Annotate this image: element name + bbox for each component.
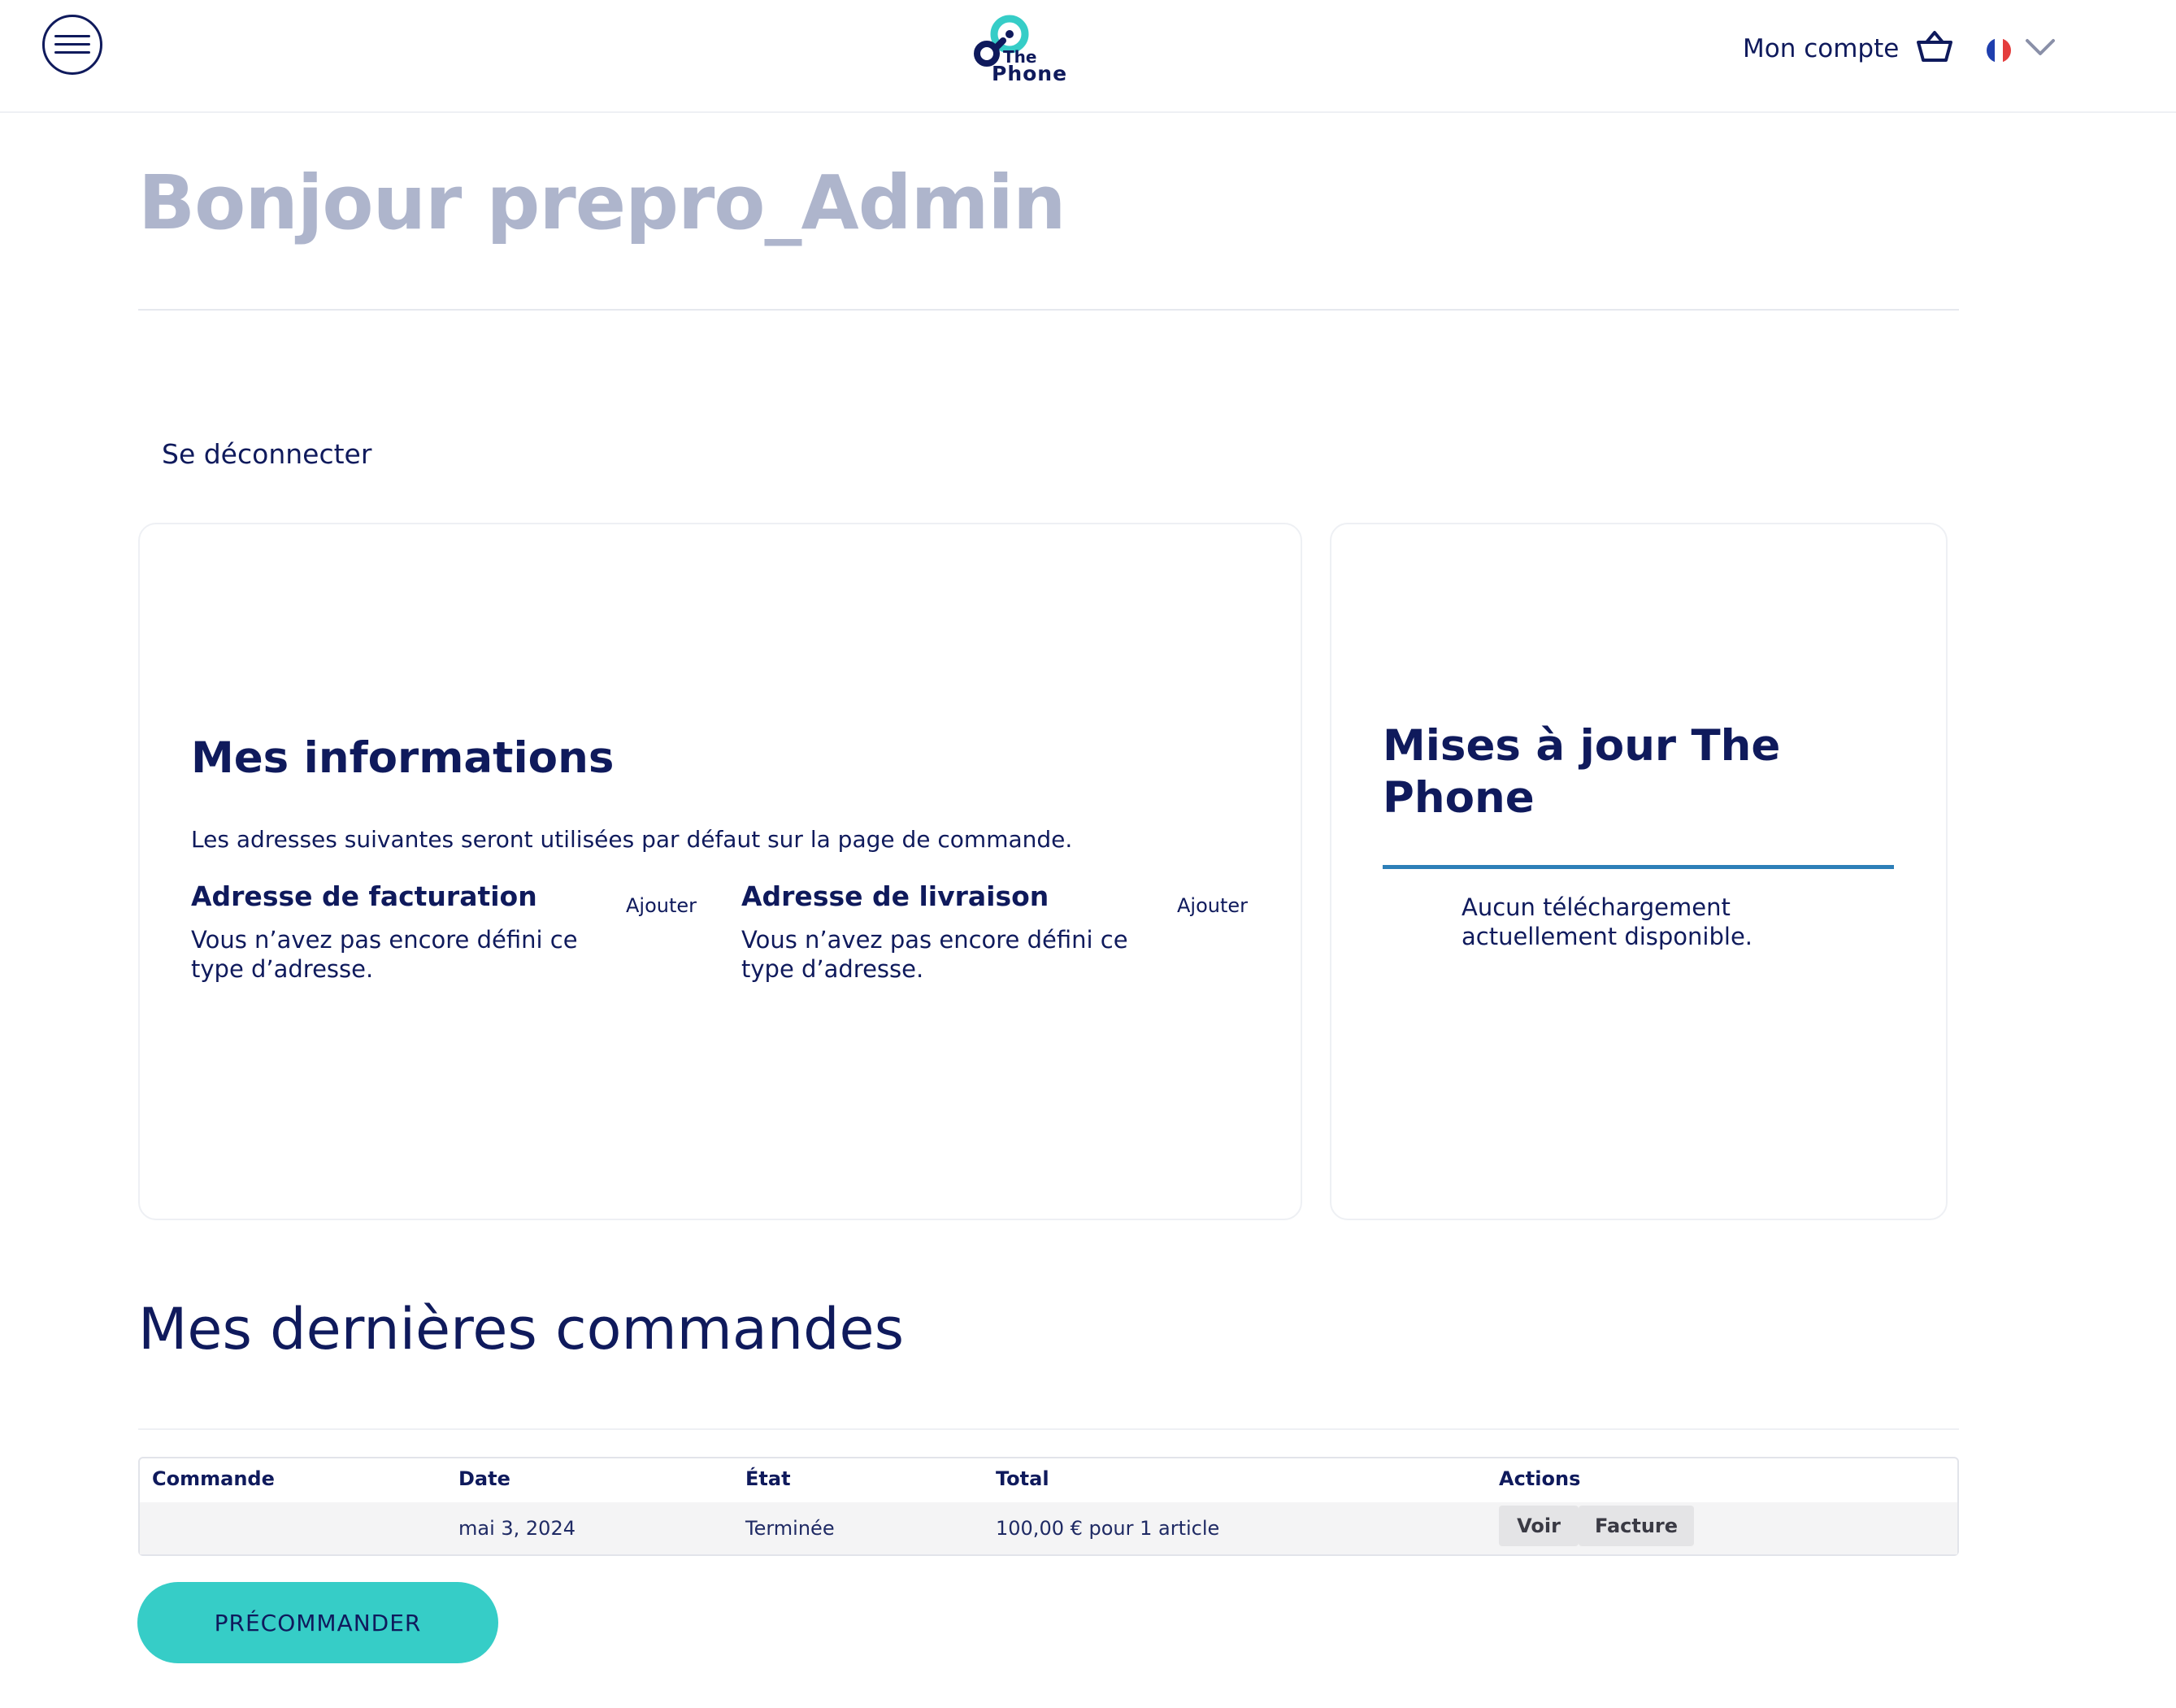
basket-icon[interactable] xyxy=(1915,29,1954,65)
billing-address-empty-text: Vous n’avez pas encore défini ce type d’… xyxy=(191,926,578,983)
hamburger-icon xyxy=(54,35,90,54)
column-header-actions: Actions xyxy=(1499,1467,1581,1490)
column-header-total: Total xyxy=(996,1467,1049,1490)
order-status-cell: Terminée xyxy=(745,1517,835,1540)
page-title: Bonjour prepro_Admin xyxy=(138,159,1066,246)
order-date-cell: mai 3, 2024 xyxy=(458,1517,575,1540)
info-card xyxy=(138,523,1302,1220)
column-header-status: État xyxy=(745,1467,791,1490)
column-header-order: Commande xyxy=(152,1467,275,1490)
menu-button[interactable] xyxy=(42,15,102,75)
updates-card xyxy=(1330,523,1948,1220)
updates-divider xyxy=(1383,865,1894,869)
divider xyxy=(138,309,1959,311)
order-total-cell: 100,00 € pour 1 article xyxy=(996,1517,1220,1540)
orders-section-title: Mes dernières commandes xyxy=(138,1296,905,1362)
chevron-down-icon[interactable] xyxy=(2024,36,2057,60)
column-header-date: Date xyxy=(458,1467,510,1490)
updates-empty-text: Aucun téléchargement actuellement dispon… xyxy=(1462,893,1753,950)
logout-link[interactable]: Se déconnecter xyxy=(162,438,371,470)
shipping-add-link[interactable]: Ajouter xyxy=(1177,894,1248,917)
logo-text-phone: Phone xyxy=(992,62,1068,85)
billing-add-link[interactable]: Ajouter xyxy=(626,894,697,917)
preorder-button[interactable]: PRÉCOMMANDER xyxy=(137,1582,498,1663)
divider xyxy=(138,1428,1959,1430)
billing-address-title: Adresse de facturation xyxy=(191,880,537,912)
shipping-address-title: Adresse de livraison xyxy=(741,880,1049,912)
french-flag-icon[interactable] xyxy=(1987,38,2011,63)
shipping-address-empty-text: Vous n’avez pas encore défini ce type d’… xyxy=(741,926,1128,983)
my-account-link[interactable]: Mon compte xyxy=(1743,34,1899,63)
invoice-button[interactable]: Facture xyxy=(1579,1506,1694,1546)
view-order-button[interactable]: Voir xyxy=(1499,1506,1579,1546)
updates-card-title: Mises à jour The Phone xyxy=(1383,721,1781,823)
info-card-description: Les adresses suivantes seront utilisées … xyxy=(191,826,1073,853)
info-card-title: Mes informations xyxy=(191,733,615,783)
